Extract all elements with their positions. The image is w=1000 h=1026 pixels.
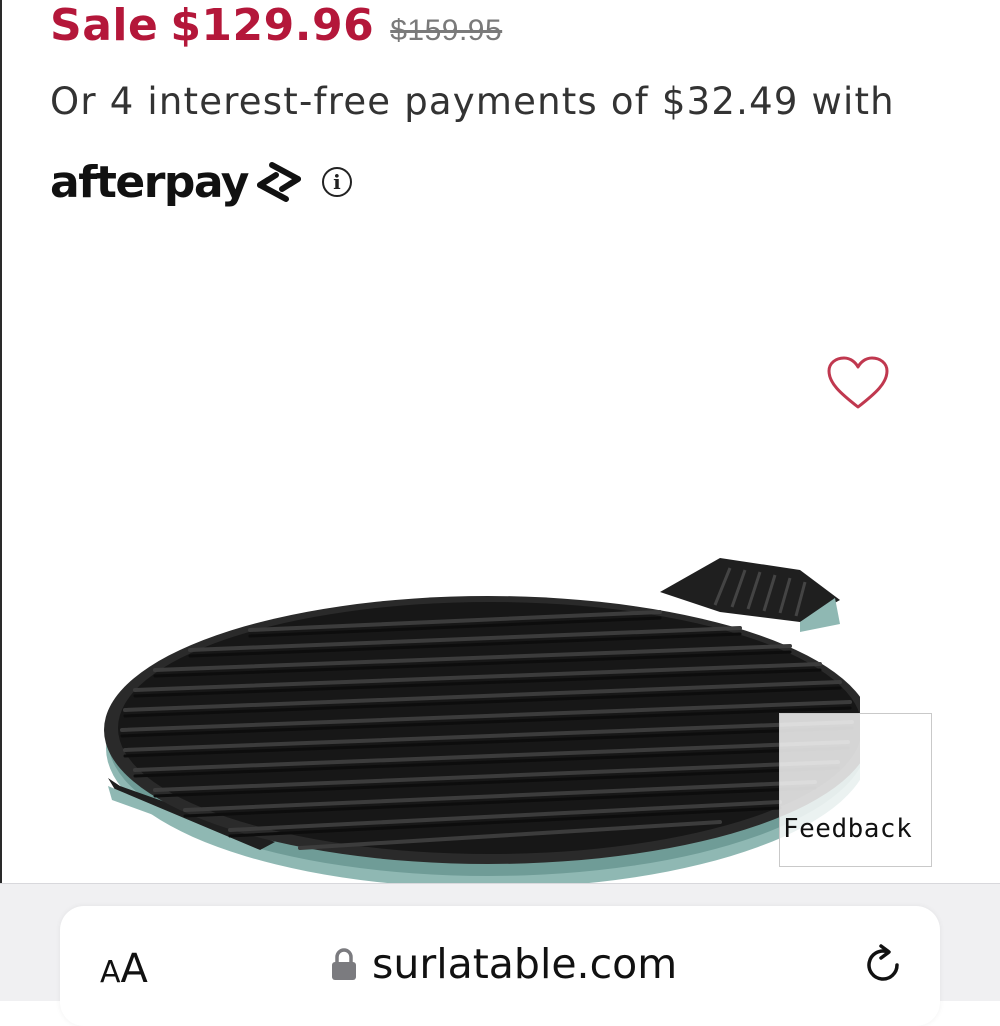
sale-label: Sale [50, 0, 159, 51]
url-text: surlatable.com [372, 940, 678, 988]
installments-text: Or 4 interest-free payments of $32.49 wi… [50, 80, 895, 123]
price-row: Sale $129.96 $159.95 [50, 0, 502, 56]
url-display[interactable]: surlatable.com [330, 940, 677, 988]
reload-icon[interactable] [860, 942, 906, 988]
afterpay-arrows-icon [256, 162, 301, 202]
grill-pan-image [104, 558, 860, 888]
text-size-large-glyph: A [120, 946, 148, 992]
lock-icon [332, 948, 356, 980]
browser-toolbar: A A surlatable.com [0, 883, 1000, 1026]
feedback-button[interactable]: Feedback [779, 713, 932, 867]
address-bar[interactable]: A A surlatable.com [60, 906, 940, 1026]
original-price: $159.95 [390, 14, 503, 47]
feedback-label: Feedback [783, 814, 913, 844]
info-circle-icon[interactable]: i [321, 167, 352, 197]
afterpay-row: afterpay i [50, 152, 352, 212]
text-size-small-glyph: A [100, 955, 121, 990]
left-edge-divider [0, 0, 2, 1000]
info-glyph: i [333, 170, 341, 194]
text-size-button[interactable]: A A [100, 946, 148, 992]
afterpay-logo: afterpay [50, 157, 308, 208]
heart-outline-icon[interactable] [826, 355, 890, 411]
afterpay-wordmark: afterpay [50, 156, 249, 208]
sale-price: $129.96 [170, 0, 375, 51]
